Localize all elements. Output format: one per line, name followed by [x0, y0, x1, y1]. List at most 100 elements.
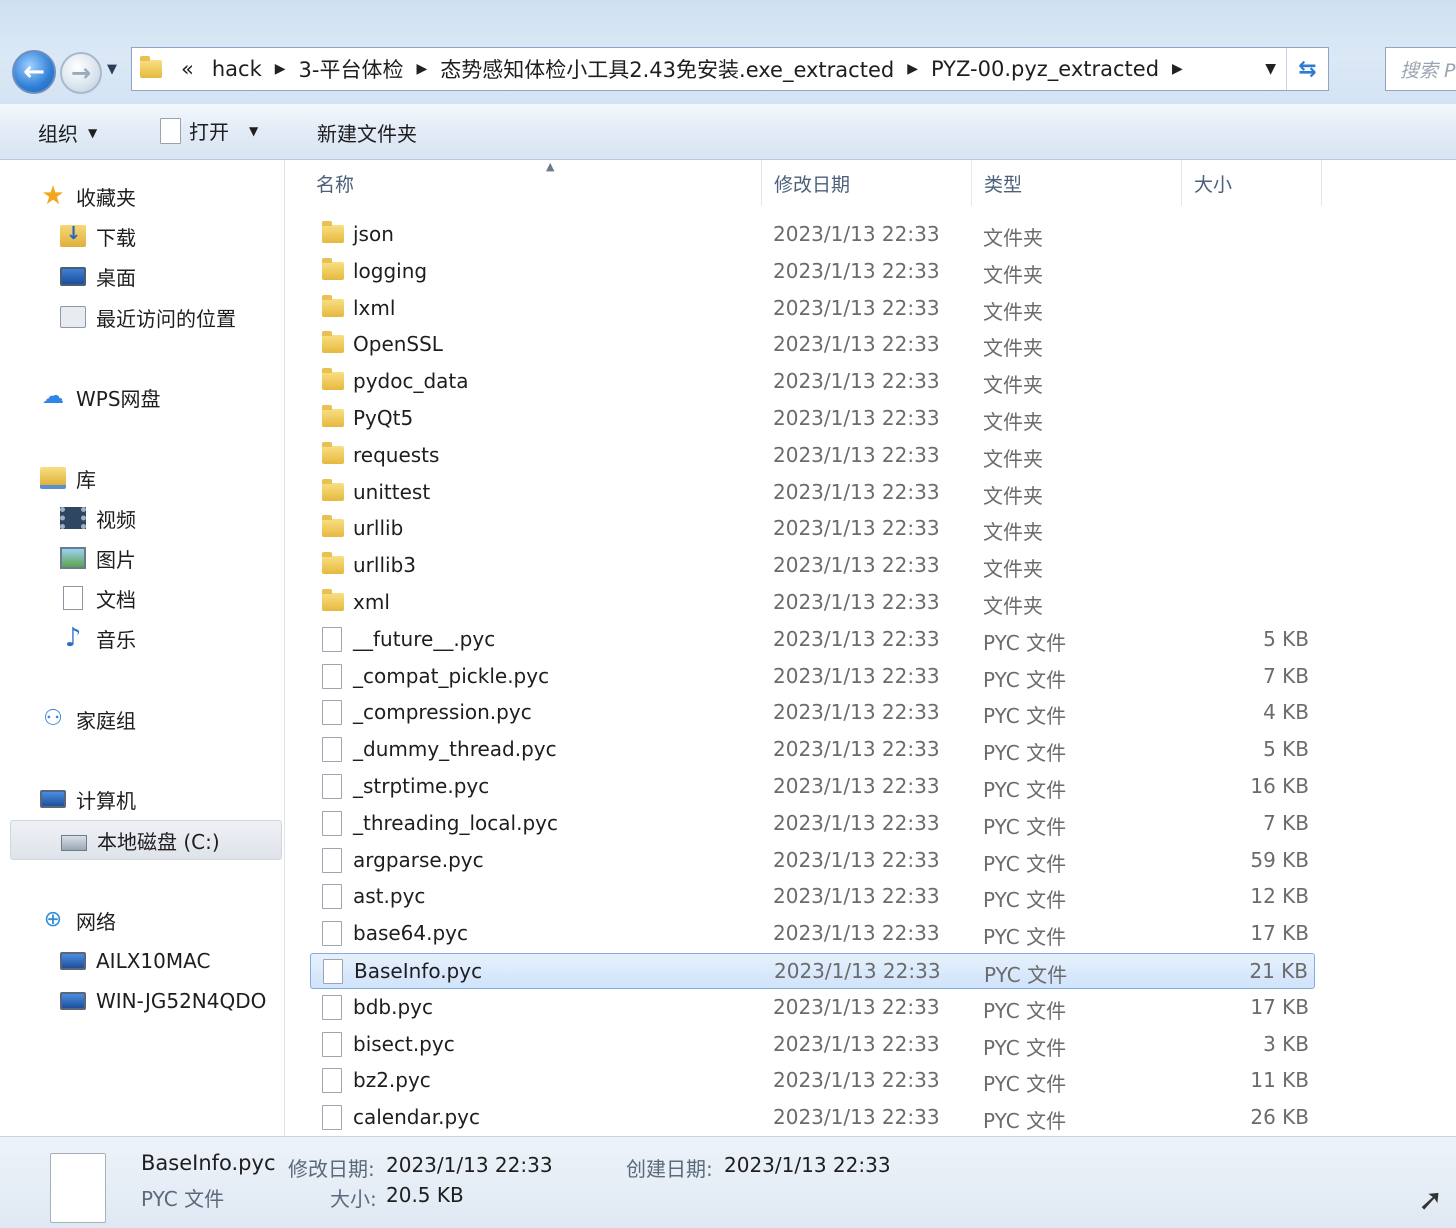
file-row[interactable]: argparse.pyc 2023/1/13 22:33 PYC 文件 59 KB — [310, 843, 1315, 879]
breadcrumb-overflow[interactable]: « — [172, 57, 203, 81]
file-row[interactable]: OpenSSL 2023/1/13 22:33 文件夹 — [310, 327, 1315, 363]
file-icon — [322, 737, 342, 763]
nav-local-disk-c[interactable]: 本地磁盘 (C:) — [10, 820, 282, 860]
file-type: PYC 文件 — [983, 998, 1067, 1023]
nav-documents[interactable]: 文档 — [60, 578, 136, 618]
file-row[interactable]: _strptime.pyc 2023/1/13 22:33 PYC 文件 16 KB — [310, 769, 1315, 805]
file-row[interactable]: urllib3 2023/1/13 22:33 文件夹 — [310, 548, 1315, 584]
nav-network[interactable]: ⊕ 网络 — [40, 900, 116, 940]
file-row[interactable]: __future__.pyc 2023/1/13 22:33 PYC 文件 5 KB — [310, 622, 1315, 658]
file-row[interactable]: bz2.pyc 2023/1/13 22:33 PYC 文件 11 KB — [310, 1063, 1315, 1099]
address-bar[interactable]: « hack ▶ 3-平台体检 ▶ 态势感知体检小工具2.43免安装.exe_e… — [131, 47, 1329, 91]
file-modified: 2023/1/13 22:33 — [773, 369, 940, 394]
file-modified: 2023/1/13 22:33 — [773, 737, 940, 762]
breadcrumb-item[interactable]: hack — [203, 57, 271, 81]
file-row[interactable]: bdb.pyc 2023/1/13 22:33 PYC 文件 17 KB — [310, 990, 1315, 1026]
breadcrumb-chevron-icon[interactable]: ▶ — [271, 61, 290, 77]
computer-icon — [40, 790, 66, 808]
nav-videos[interactable]: 视频 — [60, 498, 136, 538]
refresh-button[interactable]: ⇆ — [1286, 48, 1328, 90]
nav-music[interactable]: ♪ 音乐 — [60, 618, 136, 658]
column-header-name[interactable]: 名称 ▲ — [306, 160, 762, 206]
details-pane: BaseInfo.pyc 修改日期: 2023/1/13 22:33 创建日期:… — [0, 1136, 1456, 1228]
file-size: 11 KB — [1250, 1068, 1309, 1093]
file-row[interactable]: BaseInfo.pyc 2023/1/13 22:33 PYC 文件 21 KB — [310, 953, 1315, 989]
folder-icon — [322, 221, 344, 243]
file-icon — [323, 959, 343, 984]
network-icon: ⊕ — [43, 907, 63, 932]
nav-homegroup[interactable]: ⚇ 家庭组 — [40, 699, 136, 739]
file-modified: 2023/1/13 22:33 — [773, 810, 940, 835]
breadcrumb-chevron-icon[interactable]: ▶ — [903, 61, 922, 77]
folder-icon — [322, 294, 344, 317]
file-row[interactable]: PyQt5 2023/1/13 22:33 文件夹 — [310, 401, 1315, 437]
file-name: bdb.pyc — [353, 994, 433, 1019]
file-row[interactable]: base64.pyc 2023/1/13 22:33 PYC 文件 17 KB — [310, 916, 1315, 952]
file-icon — [322, 921, 342, 947]
file-row[interactable]: _dummy_thread.pyc 2023/1/13 22:33 PYC 文件 5 … — [310, 732, 1315, 768]
recent-places-icon — [60, 306, 86, 328]
file-size: 5 KB — [1263, 737, 1309, 762]
nav-pictures[interactable]: 图片 — [60, 538, 136, 578]
file-type: 文件夹 — [983, 557, 1043, 582]
nav-network-computer[interactable]: WIN-JG52N4QDO — [60, 981, 266, 1021]
file-row[interactable]: json 2023/1/13 22:33 文件夹 — [310, 217, 1315, 253]
downloads-folder-icon — [60, 223, 86, 247]
file-name: bz2.pyc — [353, 1068, 431, 1093]
file-size: 7 KB — [1263, 663, 1309, 688]
navigation-pane: ★ 收藏夹 下载 桌面 最近访问的位置 ☁ WPS网盘 库 视频 图片 文档 ♪… — [8, 160, 285, 1136]
breadcrumb-chevron-icon[interactable]: ▶ — [1168, 61, 1187, 77]
nav-wps-cloud[interactable]: ☁ WPS网盘 — [40, 377, 161, 417]
nav-recent-places[interactable]: 最近访问的位置 — [60, 297, 236, 337]
back-button[interactable]: ← — [12, 50, 56, 94]
file-row[interactable]: _compression.pyc 2023/1/13 22:33 PYC 文件 4 K… — [310, 695, 1315, 731]
forward-button[interactable]: → — [60, 52, 102, 94]
organize-button[interactable]: 组织 ▼ — [38, 118, 97, 147]
file-row[interactable]: urllib 2023/1/13 22:33 文件夹 — [310, 511, 1315, 547]
nav-label: 文档 — [96, 587, 136, 612]
nav-computer[interactable]: 计算机 — [40, 779, 136, 819]
file-row[interactable]: ast.pyc 2023/1/13 22:33 PYC 文件 12 KB — [310, 879, 1315, 915]
open-button[interactable]: 打开 ▼ — [160, 116, 258, 145]
file-row[interactable]: xml 2023/1/13 22:33 文件夹 — [310, 585, 1315, 621]
nav-desktop[interactable]: 桌面 — [60, 256, 136, 296]
file-row[interactable]: _threading_local.pyc 2023/1/13 22:33 PYC 文… — [310, 806, 1315, 842]
breadcrumb-item[interactable]: 态势感知体检小工具2.43免安装.exe_extracted — [431, 54, 903, 84]
nav-label: 库 — [76, 467, 96, 492]
nav-network-computer[interactable]: AILX10MAC — [60, 941, 210, 981]
address-history-dropdown[interactable]: ▼ — [1255, 61, 1286, 77]
breadcrumb-chevron-icon[interactable]: ▶ — [412, 61, 431, 77]
file-modified: 2023/1/13 22:33 — [773, 222, 940, 246]
file-row[interactable]: _compat_pickle.pyc 2023/1/13 22:33 PYC 文件 7… — [310, 659, 1315, 695]
folder-icon — [322, 257, 344, 280]
breadcrumb-item[interactable]: 3-平台体检 — [290, 54, 413, 84]
nav-downloads[interactable]: 下载 — [60, 216, 136, 256]
file-row[interactable]: bisect.pyc 2023/1/13 22:33 PYC 文件 3 KB — [310, 1027, 1315, 1063]
file-row[interactable]: logging 2023/1/13 22:33 文件夹 — [310, 254, 1315, 290]
file-row[interactable]: unittest 2023/1/13 22:33 文件夹 — [310, 475, 1315, 511]
file-type: PYC 文件 — [983, 741, 1067, 766]
column-header-modified[interactable]: 修改日期 — [764, 160, 972, 206]
column-header-label: 名称 — [316, 173, 355, 196]
file-modified: 2023/1/13 22:33 — [773, 1068, 940, 1093]
file-row[interactable]: calendar.pyc 2023/1/13 22:33 PYC 文件 26 KB — [310, 1100, 1315, 1136]
file-name: pydoc_data — [353, 369, 469, 394]
file-name: logging — [353, 258, 428, 283]
file-row[interactable]: lxml 2023/1/13 22:33 文件夹 — [310, 291, 1315, 327]
recent-pages-dropdown[interactable]: ▼ — [107, 62, 117, 77]
folder-icon — [322, 405, 344, 427]
file-icon — [322, 1068, 342, 1094]
column-header-size[interactable]: 大小 — [1184, 160, 1322, 206]
file-type: PYC 文件 — [984, 963, 1068, 987]
breadcrumb-item[interactable]: PYZ-00.pyz_extracted — [922, 57, 1168, 81]
file-row[interactable]: requests 2023/1/13 22:33 文件夹 — [310, 438, 1315, 474]
column-header-type[interactable]: 类型 — [974, 160, 1182, 206]
file-type: 文件夹 — [983, 373, 1043, 398]
sort-ascending-icon: ▲ — [546, 160, 555, 173]
file-name: __future__.pyc — [353, 626, 496, 651]
file-row[interactable]: pydoc_data 2023/1/13 22:33 文件夹 — [310, 364, 1315, 400]
search-input[interactable]: 搜索 P — [1385, 47, 1456, 91]
nav-favorites[interactable]: ★ 收藏夹 — [40, 176, 136, 216]
new-folder-button[interactable]: 新建文件夹 — [317, 118, 417, 147]
nav-libraries[interactable]: 库 — [40, 458, 96, 498]
